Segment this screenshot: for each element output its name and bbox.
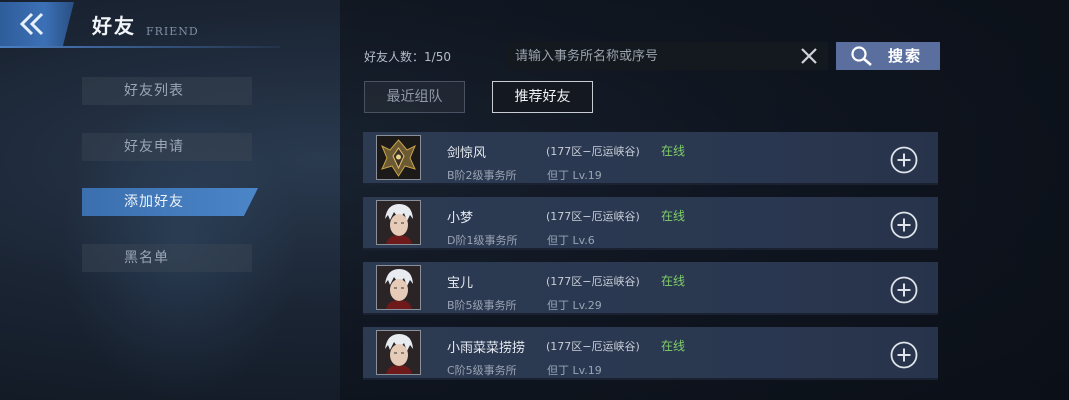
header: 好友 FRIEND bbox=[0, 0, 300, 48]
friend-name: 宝儿 bbox=[447, 276, 474, 291]
white-hair-avatar bbox=[376, 330, 421, 375]
search-icon bbox=[851, 46, 872, 66]
clear-icon[interactable] bbox=[800, 47, 818, 65]
page-subtitle: FRIEND bbox=[146, 25, 199, 38]
add-friend-icon[interactable] bbox=[890, 211, 918, 239]
white-hair-avatar bbox=[376, 265, 421, 310]
tab-recommended-friends[interactable]: 推荐好友 bbox=[492, 81, 593, 113]
sidebar-item-friend-list[interactable]: 好友列表 bbox=[82, 77, 252, 105]
friend-server: (177区−厄运峡谷) bbox=[546, 275, 640, 288]
friend-row: 剑惊风 (177区−厄运峡谷) 在线 B阶2级事务所 但丁 Lv.19 bbox=[363, 132, 938, 185]
friend-level: 但丁 Lv.29 bbox=[547, 299, 602, 312]
online-status: 在线 bbox=[661, 274, 686, 288]
tab-recent-team[interactable]: 最近组队 bbox=[364, 81, 465, 113]
add-friend-icon[interactable] bbox=[890, 341, 918, 369]
friend-level: 但丁 Lv.6 bbox=[547, 234, 595, 247]
friend-server: (177区−厄运峡谷) bbox=[546, 340, 640, 353]
online-status: 在线 bbox=[661, 209, 686, 223]
friend-guild: B阶2级事务所 bbox=[447, 169, 517, 182]
friend-row: 宝儿 (177区−厄运峡谷) 在线 B阶5级事务所 但丁 Lv.29 bbox=[363, 262, 938, 315]
friend-row: 小雨菜菜捞捞 (177区−厄运峡谷) 在线 C阶5级事务所 但丁 Lv.19 bbox=[363, 327, 938, 380]
search-button-label: 搜索 bbox=[888, 47, 923, 65]
page-title: 好友 bbox=[92, 14, 136, 38]
friend-count-value: 1/50 bbox=[424, 50, 451, 64]
online-status: 在线 bbox=[661, 144, 686, 158]
add-friend-icon[interactable] bbox=[890, 146, 918, 174]
back-button[interactable] bbox=[0, 2, 74, 46]
online-status: 在线 bbox=[661, 339, 686, 353]
search-input[interactable] bbox=[506, 42, 786, 70]
friend-row: 小梦 (177区−厄运峡谷) 在线 D阶1级事务所 但丁 Lv.6 bbox=[363, 197, 938, 250]
friend-name: 小雨菜菜捞捞 bbox=[447, 341, 526, 356]
sidebar-item-friend-requests[interactable]: 好友申请 bbox=[82, 133, 252, 161]
friend-guild: B阶5级事务所 bbox=[447, 299, 517, 312]
friend-guild: D阶1级事务所 bbox=[447, 234, 518, 247]
back-arrow-icon bbox=[19, 12, 44, 36]
sidebar-item-add-friend[interactable]: 添加好友 bbox=[82, 188, 258, 216]
friend-server: (177区−厄运峡谷) bbox=[546, 145, 640, 158]
header-divider bbox=[0, 46, 280, 48]
mech-knight-avatar bbox=[376, 135, 421, 180]
white-hair-avatar bbox=[376, 200, 421, 245]
search-box bbox=[506, 42, 828, 70]
friend-name: 剑惊风 bbox=[447, 146, 487, 161]
search-button[interactable]: 搜索 bbox=[836, 42, 940, 70]
friend-count: 好友人数：1/50 bbox=[364, 48, 451, 65]
friend-count-label: 好友人数： bbox=[364, 50, 425, 64]
friend-guild: C阶5级事务所 bbox=[447, 364, 517, 377]
add-friend-icon[interactable] bbox=[890, 276, 918, 304]
friend-server: (177区−厄运峡谷) bbox=[546, 210, 640, 223]
friend-level: 但丁 Lv.19 bbox=[547, 169, 602, 182]
sidebar-item-blacklist[interactable]: 黑名单 bbox=[82, 244, 252, 272]
friend-name: 小梦 bbox=[447, 211, 474, 226]
friend-level: 但丁 Lv.19 bbox=[547, 364, 602, 377]
